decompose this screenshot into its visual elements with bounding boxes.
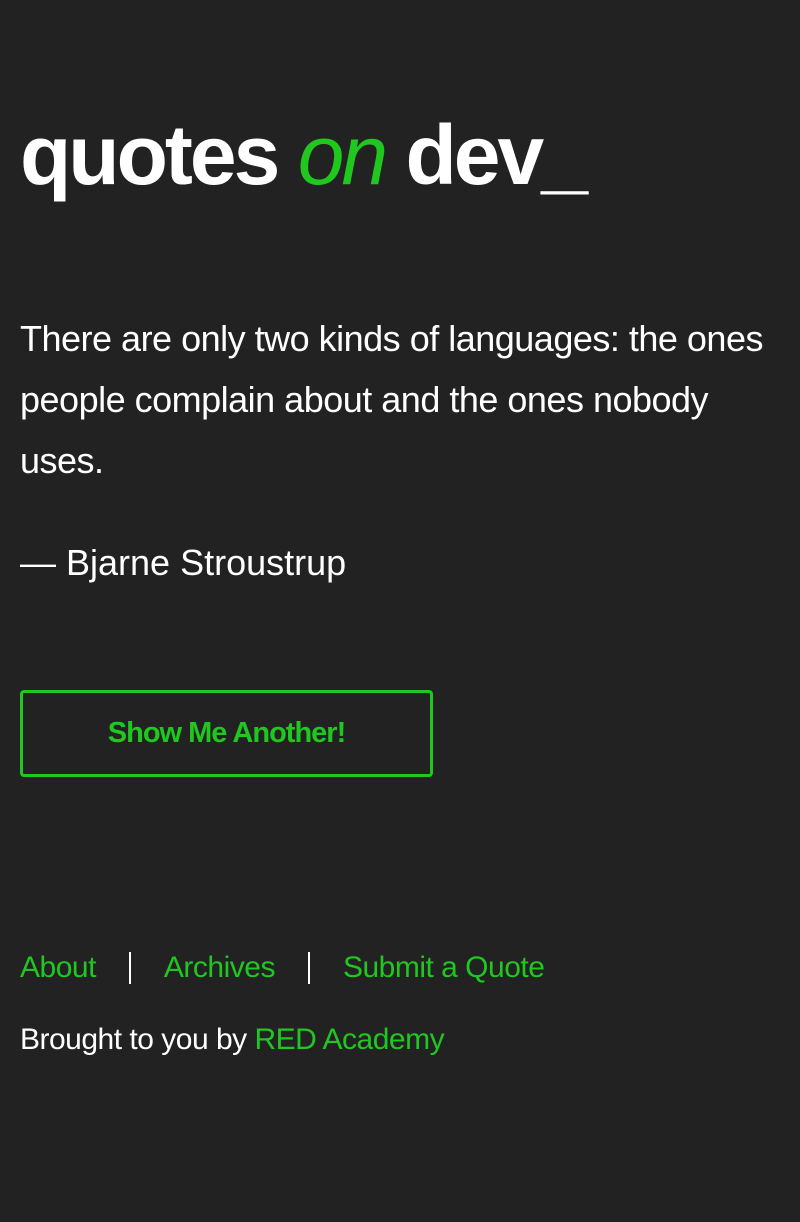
footer-credit: Brought to you by RED Academy xyxy=(20,1020,445,1060)
show-another-button[interactable]: Show Me Another! xyxy=(20,690,433,777)
footer-nav: About Archives Submit a Quote xyxy=(20,948,545,988)
logo-on: on xyxy=(297,108,388,202)
red-academy-link[interactable]: RED Academy xyxy=(255,1023,445,1056)
quote-text: There are only two kinds of languages: t… xyxy=(20,318,763,481)
quote-author: — Bjarne Stroustrup xyxy=(20,542,347,583)
site-logo[interactable]: quotes on dev_ xyxy=(20,100,588,210)
nav-divider xyxy=(307,952,310,984)
logo-dev: dev_ xyxy=(405,108,587,202)
footer-link-archives[interactable]: Archives xyxy=(164,948,276,988)
logo-quotes: quotes xyxy=(20,108,280,202)
credit-prefix: Brought to you by xyxy=(20,1023,247,1056)
footer-link-submit[interactable]: Submit a Quote xyxy=(343,948,545,988)
nav-divider xyxy=(128,952,131,984)
footer-link-about[interactable]: About xyxy=(20,948,96,988)
